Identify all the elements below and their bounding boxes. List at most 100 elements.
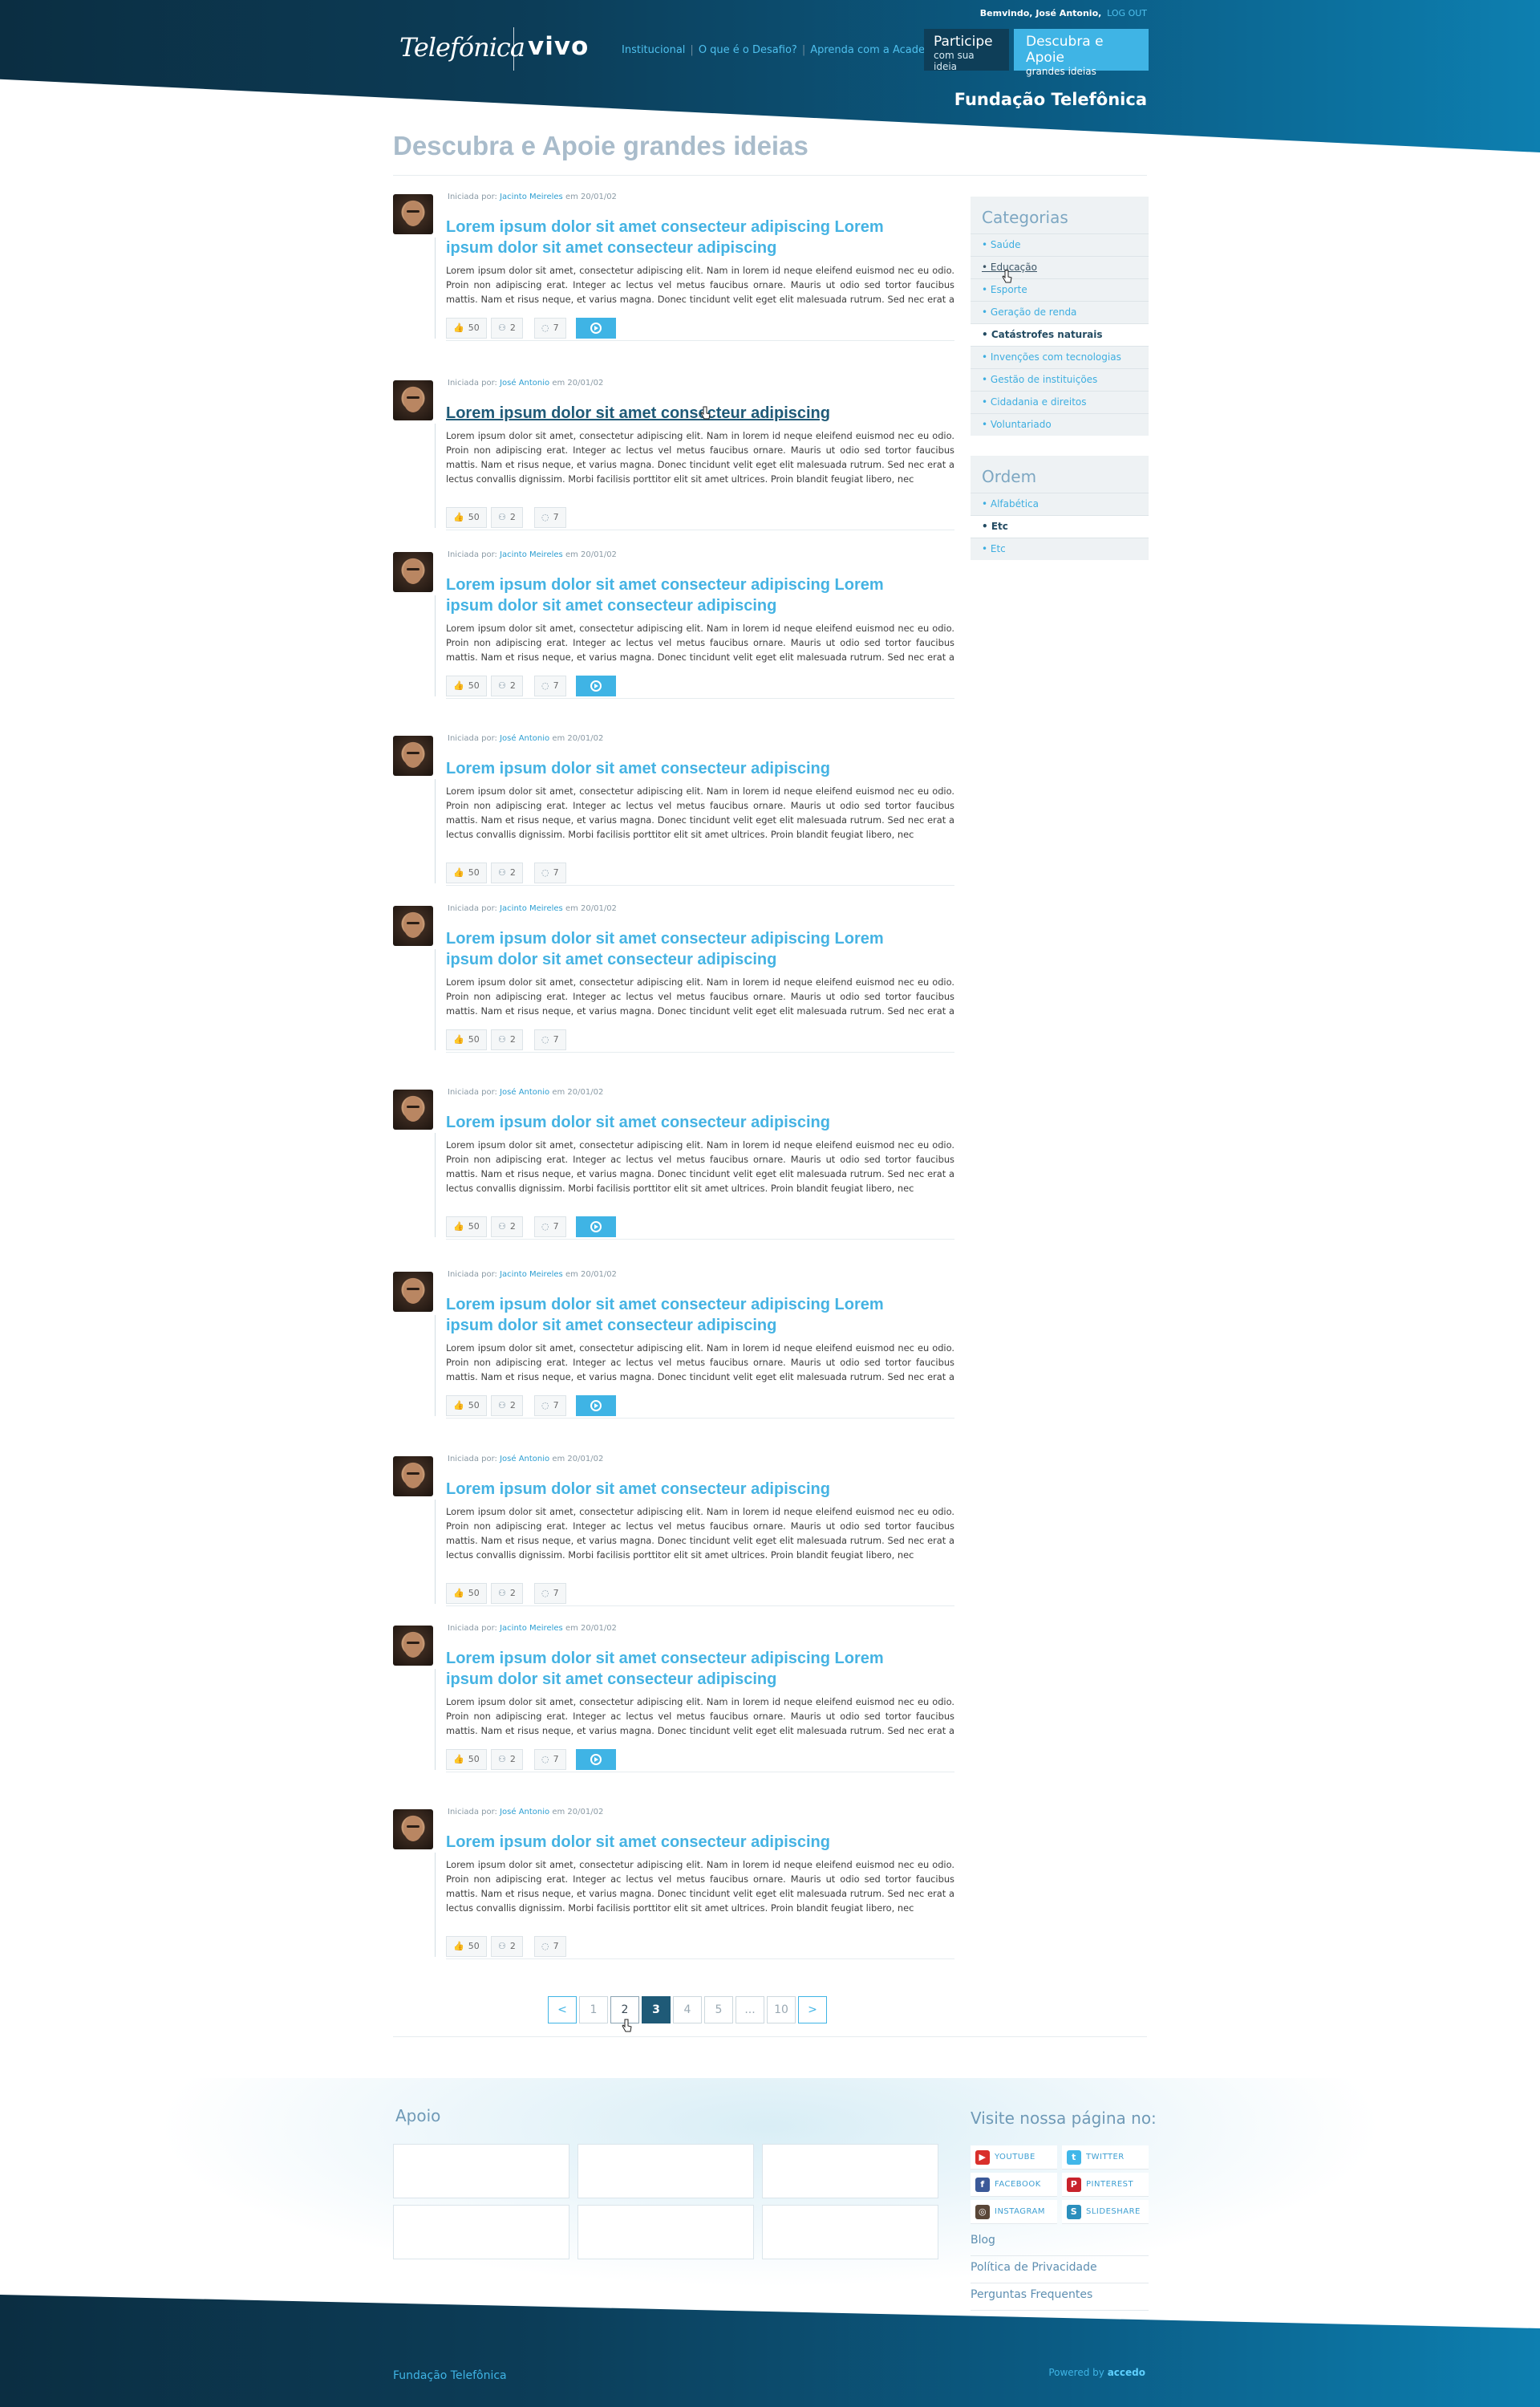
- post-title[interactable]: Lorem ipsum dolor sit amet consecteur ad…: [446, 403, 927, 424]
- category-item[interactable]: • Geração de renda: [971, 301, 1149, 323]
- author-link[interactable]: José Antonio: [500, 1455, 549, 1463]
- like-button[interactable]: 👍 50: [446, 1936, 487, 1957]
- footer-link-privacidade[interactable]: Política de Privacidade: [971, 2261, 1149, 2283]
- prev-page-button[interactable]: <: [548, 1996, 577, 2023]
- descubra-button[interactable]: Descubra e Apoie grandes ideias: [1014, 29, 1149, 77]
- logout-link[interactable]: LOG OUT: [1107, 8, 1147, 18]
- category-item[interactable]: • Catástrofes naturais: [971, 323, 1149, 346]
- order-item[interactable]: • Alfabética: [971, 493, 1149, 515]
- video-button[interactable]: [576, 676, 616, 696]
- category-item[interactable]: • Esporte: [971, 278, 1149, 301]
- sponsor-logo-slot[interactable]: [762, 2144, 938, 2198]
- sponsor-logo-slot[interactable]: [393, 2144, 569, 2198]
- like-button[interactable]: 👍 50: [446, 1583, 487, 1604]
- video-button[interactable]: [576, 1395, 616, 1416]
- comments-button[interactable]: ◌ 7: [534, 1029, 566, 1050]
- like-button[interactable]: 👍 50: [446, 318, 487, 339]
- social-link-twitter[interactable]: t TWITTER: [1062, 2145, 1149, 2170]
- author-link[interactable]: José Antonio: [500, 379, 549, 388]
- comments-button[interactable]: ◌ 7: [534, 1936, 566, 1957]
- author-avatar[interactable]: [393, 380, 433, 420]
- author-avatar[interactable]: [393, 1090, 433, 1130]
- page-button[interactable]: ...: [736, 1996, 764, 2023]
- post-title[interactable]: Lorem ipsum dolor sit amet consecteur ad…: [446, 1832, 927, 1853]
- nav-institucional[interactable]: Institucional: [622, 44, 685, 56]
- supporters-button[interactable]: ⚇ 2: [491, 1936, 523, 1957]
- author-link[interactable]: Jacinto Meireles: [500, 550, 563, 559]
- video-button[interactable]: [576, 318, 616, 339]
- comments-button[interactable]: ◌ 7: [534, 863, 566, 883]
- social-link-slideshare[interactable]: S SLIDESHARE: [1062, 2200, 1149, 2224]
- like-button[interactable]: 👍 50: [446, 1029, 487, 1050]
- video-button[interactable]: [576, 1749, 616, 1770]
- author-link[interactable]: Jacinto Meireles: [500, 1270, 563, 1279]
- social-link-pinterest[interactable]: P PINTEREST: [1062, 2173, 1149, 2197]
- comments-button[interactable]: ◌ 7: [534, 318, 566, 339]
- page-button[interactable]: 10: [767, 1996, 796, 2023]
- telefonica-logo[interactable]: Telefónica: [399, 32, 525, 63]
- social-link-facebook[interactable]: f FACEBOOK: [971, 2173, 1057, 2197]
- participe-button[interactable]: Participe com sua ideia: [924, 29, 1009, 72]
- author-link[interactable]: José Antonio: [500, 734, 549, 743]
- category-item[interactable]: • Cidadania e direitos: [971, 391, 1149, 413]
- social-link-youtube[interactable]: ▶ YOUTUBE: [971, 2145, 1057, 2170]
- author-avatar[interactable]: [393, 1272, 433, 1312]
- sponsor-logo-slot[interactable]: [762, 2205, 938, 2259]
- order-item[interactable]: • Etc: [971, 515, 1149, 538]
- category-item[interactable]: • Voluntariado: [971, 413, 1149, 436]
- comments-button[interactable]: ◌ 7: [534, 1583, 566, 1604]
- author-avatar[interactable]: [393, 1809, 433, 1849]
- order-item[interactable]: • Etc: [971, 538, 1149, 560]
- sponsor-logo-slot[interactable]: [393, 2205, 569, 2259]
- supporters-button[interactable]: ⚇ 2: [491, 318, 523, 339]
- author-avatar[interactable]: [393, 1626, 433, 1666]
- supporters-button[interactable]: ⚇ 2: [491, 507, 523, 528]
- supporters-button[interactable]: ⚇ 2: [491, 1029, 523, 1050]
- comments-button[interactable]: ◌ 7: [534, 1216, 566, 1237]
- post-title[interactable]: Lorem ipsum dolor sit amet consecteur ad…: [446, 1479, 927, 1500]
- sponsor-logo-slot[interactable]: [578, 2205, 754, 2259]
- author-link[interactable]: José Antonio: [500, 1088, 549, 1097]
- like-button[interactable]: 👍 50: [446, 1395, 487, 1416]
- post-title[interactable]: Lorem ipsum dolor sit amet consecteur ad…: [446, 217, 927, 258]
- video-button[interactable]: [576, 1216, 616, 1237]
- category-item[interactable]: • Invenções com tecnologias: [971, 346, 1149, 368]
- like-button[interactable]: 👍 50: [446, 1749, 487, 1770]
- author-link[interactable]: Jacinto Meireles: [500, 904, 563, 913]
- supporters-button[interactable]: ⚇ 2: [491, 1583, 523, 1604]
- page-button[interactable]: 3: [642, 1996, 671, 2023]
- supporters-button[interactable]: ⚇ 2: [491, 1395, 523, 1416]
- social-link-instagram[interactable]: ◎ INSTAGRAM: [971, 2200, 1057, 2224]
- like-button[interactable]: 👍 50: [446, 1216, 487, 1237]
- author-avatar[interactable]: [393, 552, 433, 592]
- author-link[interactable]: José Antonio: [500, 1808, 549, 1816]
- like-button[interactable]: 👍 50: [446, 507, 487, 528]
- footer-link-blog[interactable]: Blog: [971, 2234, 1149, 2256]
- comments-button[interactable]: ◌ 7: [534, 1395, 566, 1416]
- post-title[interactable]: Lorem ipsum dolor sit amet consecteur ad…: [446, 928, 927, 970]
- page-button[interactable]: 5: [704, 1996, 733, 2023]
- fundacao-brand[interactable]: Fundação Telefônica: [954, 90, 1147, 109]
- sponsor-logo-slot[interactable]: [578, 2144, 754, 2198]
- page-button[interactable]: 1: [579, 1996, 608, 2023]
- nav-desafio[interactable]: O que é o Desafio?: [699, 44, 797, 56]
- supporters-button[interactable]: ⚇ 2: [491, 1749, 523, 1770]
- footer-brand[interactable]: Fundação Telefônica: [393, 2369, 507, 2382]
- category-item[interactable]: • Educação: [971, 256, 1149, 278]
- post-title[interactable]: Lorem ipsum dolor sit amet consecteur ad…: [446, 758, 927, 779]
- author-avatar[interactable]: [393, 906, 433, 946]
- category-item[interactable]: • Gestão de instituições: [971, 368, 1149, 391]
- author-link[interactable]: Jacinto Meireles: [500, 1624, 563, 1633]
- category-item[interactable]: • Saúde: [971, 233, 1149, 256]
- comments-button[interactable]: ◌ 7: [534, 676, 566, 696]
- post-title[interactable]: Lorem ipsum dolor sit amet consecteur ad…: [446, 1112, 927, 1133]
- next-page-button[interactable]: >: [798, 1996, 827, 2023]
- author-link[interactable]: Jacinto Meireles: [500, 193, 563, 201]
- supporters-button[interactable]: ⚇ 2: [491, 1216, 523, 1237]
- author-avatar[interactable]: [393, 736, 433, 776]
- supporters-button[interactable]: ⚇ 2: [491, 676, 523, 696]
- comments-button[interactable]: ◌ 7: [534, 507, 566, 528]
- like-button[interactable]: 👍 50: [446, 863, 487, 883]
- post-title[interactable]: Lorem ipsum dolor sit amet consecteur ad…: [446, 1294, 927, 1336]
- post-title[interactable]: Lorem ipsum dolor sit amet consecteur ad…: [446, 574, 927, 616]
